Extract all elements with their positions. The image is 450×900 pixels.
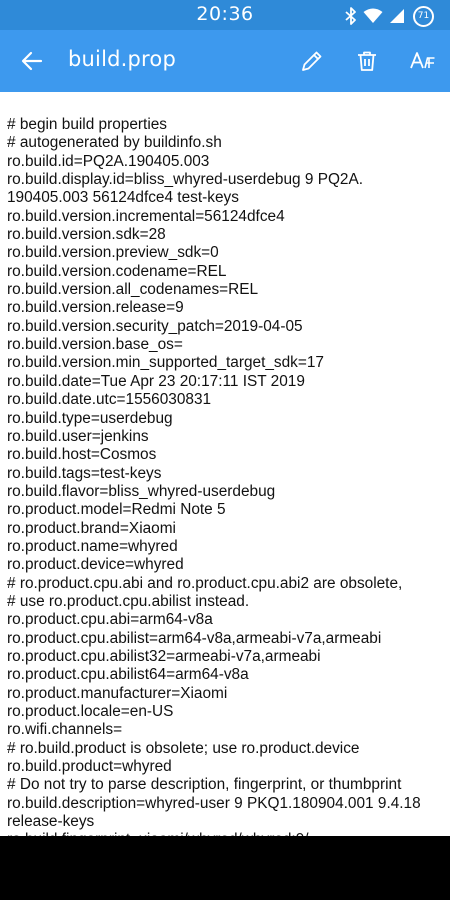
file-line: # use ro.product.cpu.abilist instead. [7, 592, 250, 610]
file-line: # Do not try to parse description, finge… [7, 776, 402, 794]
app-screen: 20:36 71 build.prop # begin build proper… [0, 0, 450, 900]
bluetooth-icon [345, 7, 356, 25]
battery-icon: 71 [413, 5, 434, 27]
file-line: ro.build.version.preview_sdk=0 [7, 244, 219, 262]
file-line: ro.build.version.codename=REL [7, 262, 227, 280]
page-title: build.prop [68, 47, 176, 71]
file-line: ro.build.version.security_patch=2019-04-… [7, 317, 303, 335]
file-line: ro.product.cpu.abi=arm64-v8a [7, 611, 213, 629]
status-icons: 71 [339, 5, 434, 27]
file-lines: # begin build properties # autogenerated … [7, 116, 445, 836]
file-line: ro.build.user=jenkins [7, 427, 149, 445]
file-line: ro.product.manufacturer=Xiaomi [7, 684, 228, 702]
pencil-icon [302, 51, 322, 71]
file-line: # ro.product.cpu.abi and ro.product.cpu.… [7, 574, 403, 592]
file-line: ro.product.locale=en-US [7, 703, 174, 720]
edit-button[interactable] [292, 41, 332, 81]
file-line: ro.product.brand=Xiaomi [7, 519, 176, 537]
trash-icon [358, 51, 376, 71]
cell-signal-icon [390, 9, 404, 23]
file-line: ro.build.date=Tue Apr 23 20:17:11 IST 20… [7, 372, 305, 390]
file-line: ro.build.version.sdk=28 [7, 226, 166, 244]
file-content[interactable]: # begin build properties # autogenerated … [0, 92, 450, 836]
file-line: ro.product.model=Redmi Note 5 [7, 501, 226, 519]
delete-button[interactable] [347, 41, 387, 81]
file-line: 190405.003 56124dfce4 test-keys [7, 189, 239, 207]
file-line: ro.build.date.utc=1556030831 [7, 391, 212, 409]
file-line: ro.build.product=whyred [7, 758, 172, 776]
app-bar: build.prop [0, 30, 450, 92]
file-line: ro.product.name=whyred [7, 537, 178, 555]
font-size-icon [410, 52, 435, 69]
status-bar: 20:36 71 [0, 0, 450, 30]
file-line: ro.wifi.channels= [7, 721, 123, 739]
file-line: ro.build.version.incremental=56124dfce4 [7, 207, 285, 225]
file-line: ro.build.display.id=bliss_whyred-userdeb… [7, 171, 364, 189]
battery-level: 71 [417, 10, 430, 21]
file-line: ro.build.description=whyred-user 9 PKQ1.… [7, 794, 421, 812]
file-line: release-keys [7, 813, 95, 831]
font-size-button[interactable] [403, 41, 443, 81]
file-line: ro.build.tags=test-keys [7, 464, 162, 482]
navigation-bar [0, 836, 450, 900]
file-line: ro.build.version.base_os= [7, 336, 183, 354]
file-line: ro.build.flavor=bliss_whyred-userdebug [7, 482, 276, 500]
back-button[interactable] [12, 41, 52, 81]
file-line: # autogenerated by buildinfo.sh [7, 134, 222, 152]
file-line: ro.build.version.release=9 [7, 299, 184, 317]
file-line: ro.product.cpu.abilist=arm64-v8a,armeabi… [7, 629, 382, 647]
file-line: ro.build.version.all_codenames=REL [7, 281, 259, 299]
file-line: ro.product.cpu.abilist32=armeabi-v7a,arm… [7, 647, 321, 665]
file-line: ro.build.host=Cosmos [7, 446, 157, 464]
file-line: ro.build.version.min_supported_target_sd… [7, 354, 324, 372]
file-line: ro.build.type=userdebug [7, 409, 173, 427]
back-arrow-icon [21, 51, 43, 71]
file-line: # begin build properties [7, 116, 168, 133]
file-line: ro.build.id=PQ2A.190405.003 [7, 152, 210, 170]
file-line: # ro.build.product is obsolete; use ro.p… [7, 739, 360, 757]
file-line: ro.product.cpu.abilist64=arm64-v8a [7, 666, 249, 684]
wifi-icon [363, 8, 383, 23]
file-line: ro.product.device=whyred [7, 556, 184, 574]
